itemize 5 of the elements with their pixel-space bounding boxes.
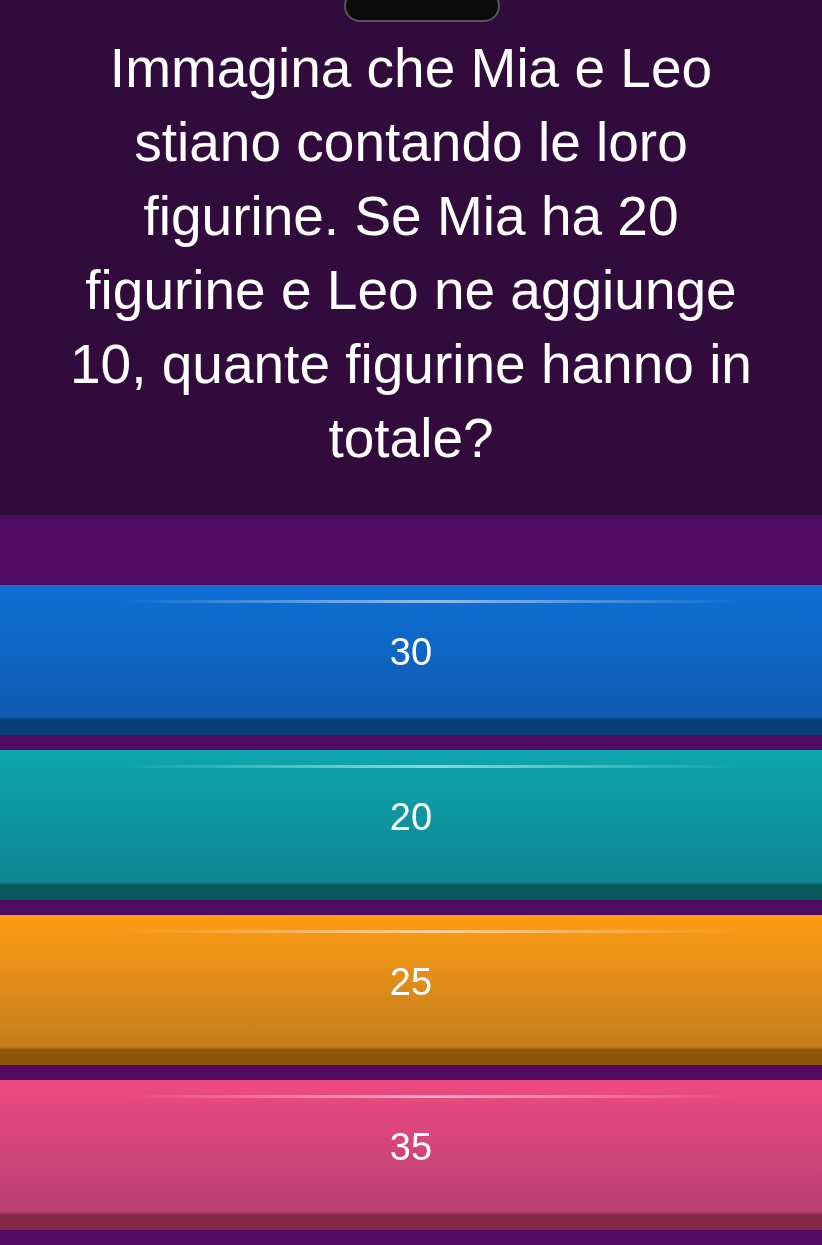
question-text: Immagina che Mia e Leo stiano contando le loro figurine. Se Mia ha 20 figurine e Leo ne aggiunge 10, quante figurine hanno in totale? — [69, 36, 753, 471]
answer-button[interactable]: 30 — [0, 585, 822, 735]
answer-button[interactable]: 20 — [0, 750, 822, 900]
answer-button[interactable]: 35 — [0, 1080, 822, 1230]
answer-button[interactable]: 25 — [0, 915, 822, 1065]
